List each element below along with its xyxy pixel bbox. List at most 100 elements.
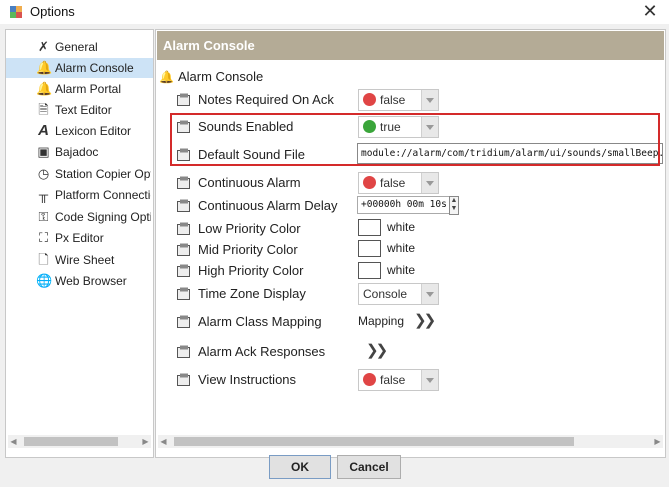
dropdown-arrow-icon[interactable]	[421, 284, 438, 304]
sidebar-item-label: Bajadoc	[55, 145, 99, 159]
globe-icon: 🌐	[36, 273, 53, 288]
false-status-dot-icon	[363, 93, 376, 106]
sidebar-item-label: Alarm Portal	[55, 82, 122, 96]
property-slot-icon	[177, 222, 191, 236]
select-value: false	[380, 93, 406, 107]
sidebar-item-label: Station Copier Opt	[55, 167, 151, 181]
double-chevron-right-icon[interactable]: ❯❯	[414, 311, 436, 329]
content-horizontal-scrollbar[interactable]: ◀ ▶	[158, 435, 663, 448]
sidebar-item-label: Text Editor	[55, 103, 112, 117]
select-value: false	[380, 373, 406, 387]
bell-icon: 🔔	[36, 81, 53, 96]
dropdown-arrow-icon[interactable]	[421, 173, 438, 193]
scrollbar-thumb[interactable]	[24, 437, 118, 446]
certificate-icon: ⚿	[38, 209, 49, 224]
mapping-link[interactable]: Mapping	[358, 314, 404, 328]
property-slot-icon	[177, 345, 191, 359]
sidebar-item-general[interactable]: ✗ General	[6, 37, 153, 57]
scroll-right-arrow-icon[interactable]: ▶	[140, 435, 151, 448]
property-slot-icon	[177, 199, 191, 213]
sidebar-item-platform-connection[interactable]: ╥ Platform Connectic	[6, 185, 153, 205]
dropdown-arrow-icon[interactable]	[421, 370, 438, 390]
title-bar: Options ✕	[0, 0, 669, 24]
property-label: Continuous Alarm Delay	[198, 198, 338, 213]
sidebar-item-web-browser[interactable]: 🌐 Web Browser	[6, 271, 153, 291]
px-editor-icon: ⛶	[38, 230, 49, 245]
low-priority-color-swatch[interactable]	[358, 219, 381, 236]
high-priority-color-swatch[interactable]	[358, 262, 381, 279]
property-slot-icon	[177, 264, 191, 278]
scrollbar-thumb[interactable]	[174, 437, 574, 446]
sidebar-item-px-editor[interactable]: ⛶ Px Editor	[6, 228, 153, 248]
double-chevron-right-icon[interactable]: ❯❯	[366, 341, 388, 359]
sidebar-item-text-editor[interactable]: 🗎 Text Editor	[6, 100, 153, 120]
notes-required-select[interactable]: false	[358, 89, 439, 111]
view-instructions-select[interactable]: false	[358, 369, 439, 391]
sidebar-item-label: Web Browser	[55, 274, 127, 288]
bell-icon: 🔔	[159, 70, 174, 84]
property-label: Alarm Ack Responses	[198, 344, 326, 359]
color-value: white	[387, 241, 416, 255]
panel-header: Alarm Console	[157, 31, 664, 60]
clock-icon: ◷	[37, 166, 50, 181]
sidebar-item-lexicon-editor[interactable]: A Lexicon Editor	[6, 121, 153, 141]
property-label: Low Priority Color	[198, 221, 301, 236]
sidebar-item-label: Platform Connectic	[55, 188, 151, 202]
sidebar-item-label: Alarm Console	[55, 61, 134, 75]
property-label: Notes Required On Ack	[198, 92, 334, 107]
sidebar-item-bajadoc[interactable]: ▣ Bajadoc	[6, 142, 153, 162]
bell-icon: 🔔	[36, 60, 53, 75]
letter-a-icon: A	[38, 122, 49, 139]
property-label: High Priority Color	[198, 263, 304, 278]
window-title: Options	[30, 4, 75, 19]
property-slot-icon	[177, 287, 191, 301]
continuous-alarm-delay-input[interactable]: +00000h 00m 10s	[357, 196, 452, 214]
property-label: Alarm Class Mapping	[198, 314, 322, 329]
close-button[interactable]: ✕	[640, 1, 660, 21]
compass-icon: ✗	[38, 39, 49, 54]
sidebar-item-label: Lexicon Editor	[55, 124, 132, 138]
time-zone-display-select[interactable]: Console	[358, 283, 439, 305]
sidebar-horizontal-scrollbar[interactable]: ◀ ▶	[8, 435, 151, 448]
wire-sheet-icon: 🗋	[38, 252, 49, 267]
sidebar-item-label: Wire Sheet	[55, 253, 115, 267]
property-label: Time Zone Display	[198, 286, 306, 301]
book-icon: ▣	[37, 144, 50, 159]
scroll-right-arrow-icon[interactable]: ▶	[652, 435, 663, 448]
options-sidebar: ✗ General 🔔 Alarm Console 🔔 Alarm Portal…	[5, 29, 154, 458]
plug-icon: ╥	[38, 187, 49, 202]
property-slot-icon	[177, 176, 191, 190]
property-slot-icon	[177, 93, 191, 107]
color-value: white	[387, 263, 416, 277]
scroll-left-arrow-icon[interactable]: ◀	[158, 435, 169, 448]
sidebar-item-code-signing[interactable]: ⚿ Code Signing Opti	[6, 207, 153, 227]
property-slot-icon	[177, 315, 191, 329]
property-slot-icon	[177, 373, 191, 387]
sidebar-item-label: General	[55, 40, 98, 54]
select-value: false	[380, 176, 406, 190]
property-label: Mid Priority Color	[198, 242, 298, 257]
false-status-dot-icon	[363, 373, 376, 386]
false-status-dot-icon	[363, 176, 376, 189]
cancel-button[interactable]: Cancel	[337, 455, 401, 479]
dropdown-arrow-icon[interactable]	[421, 90, 438, 110]
alarm-console-panel: Alarm Console 🔔 Alarm Console Notes Requ…	[155, 29, 666, 458]
sidebar-item-alarm-console[interactable]: 🔔 Alarm Console	[6, 58, 153, 78]
scroll-left-arrow-icon[interactable]: ◀	[8, 435, 19, 448]
options-gear-icon	[10, 6, 22, 18]
select-value: Console	[363, 287, 408, 301]
spinner-arrows-icon[interactable]: ▲ ▼	[449, 196, 459, 215]
continuous-alarm-select[interactable]: false	[358, 172, 439, 194]
property-label: View Instructions	[198, 372, 297, 387]
sidebar-item-label: Code Signing Opti	[55, 210, 151, 224]
property-label: Continuous Alarm	[198, 175, 301, 190]
color-value: white	[387, 220, 416, 234]
ok-button[interactable]: OK	[269, 455, 331, 479]
sidebar-item-alarm-portal[interactable]: 🔔 Alarm Portal	[6, 79, 153, 99]
sidebar-item-wire-sheet[interactable]: 🗋 Wire Sheet	[6, 250, 153, 270]
section-title: Alarm Console	[178, 69, 264, 84]
text-file-icon: 🗎	[38, 102, 49, 117]
sidebar-item-station-copier[interactable]: ◷ Station Copier Opt	[6, 164, 153, 184]
highlight-box	[170, 113, 660, 166]
mid-priority-color-swatch[interactable]	[358, 240, 381, 257]
